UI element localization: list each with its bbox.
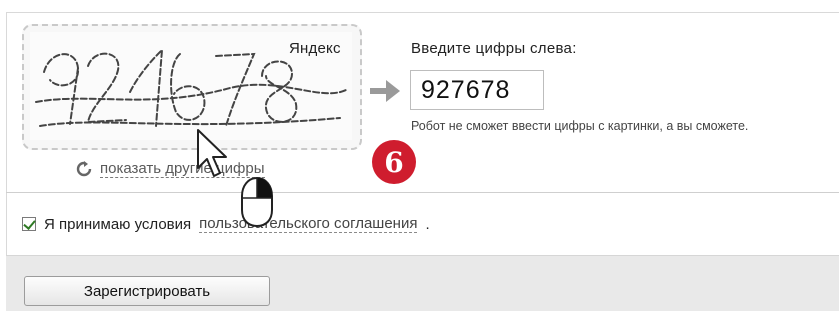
captcha-hint: Робот не сможет ввести цифры с картинки,… <box>411 119 749 133</box>
captcha-code-input[interactable] <box>410 70 544 110</box>
agreement-row: Я принимаю условия пользовательского сог… <box>22 212 430 236</box>
agreement-prefix: Я принимаю условия <box>44 215 192 233</box>
agreement-link[interactable]: пользовательского соглашения <box>199 215 418 233</box>
register-button[interactable]: Зарегистрировать <box>24 276 270 306</box>
arrow-right-icon <box>370 80 400 102</box>
refresh-icon <box>76 161 92 177</box>
refresh-captcha-link[interactable]: показать другие цифры <box>76 158 265 180</box>
captcha-brand: Яндекс <box>289 40 341 57</box>
step-number-badge: 6 <box>372 140 416 184</box>
agreement-checkbox[interactable] <box>22 217 36 231</box>
agreement-suffix: . <box>425 215 430 233</box>
mouse-icon <box>241 176 273 228</box>
top-divider <box>6 12 839 13</box>
section-divider <box>6 192 839 193</box>
registration-panel: Яндекс показать другие цифры Введите циф… <box>0 0 839 311</box>
pointer-cursor-icon <box>197 129 227 177</box>
captcha-prompt: Введите цифры слева: <box>411 40 577 57</box>
